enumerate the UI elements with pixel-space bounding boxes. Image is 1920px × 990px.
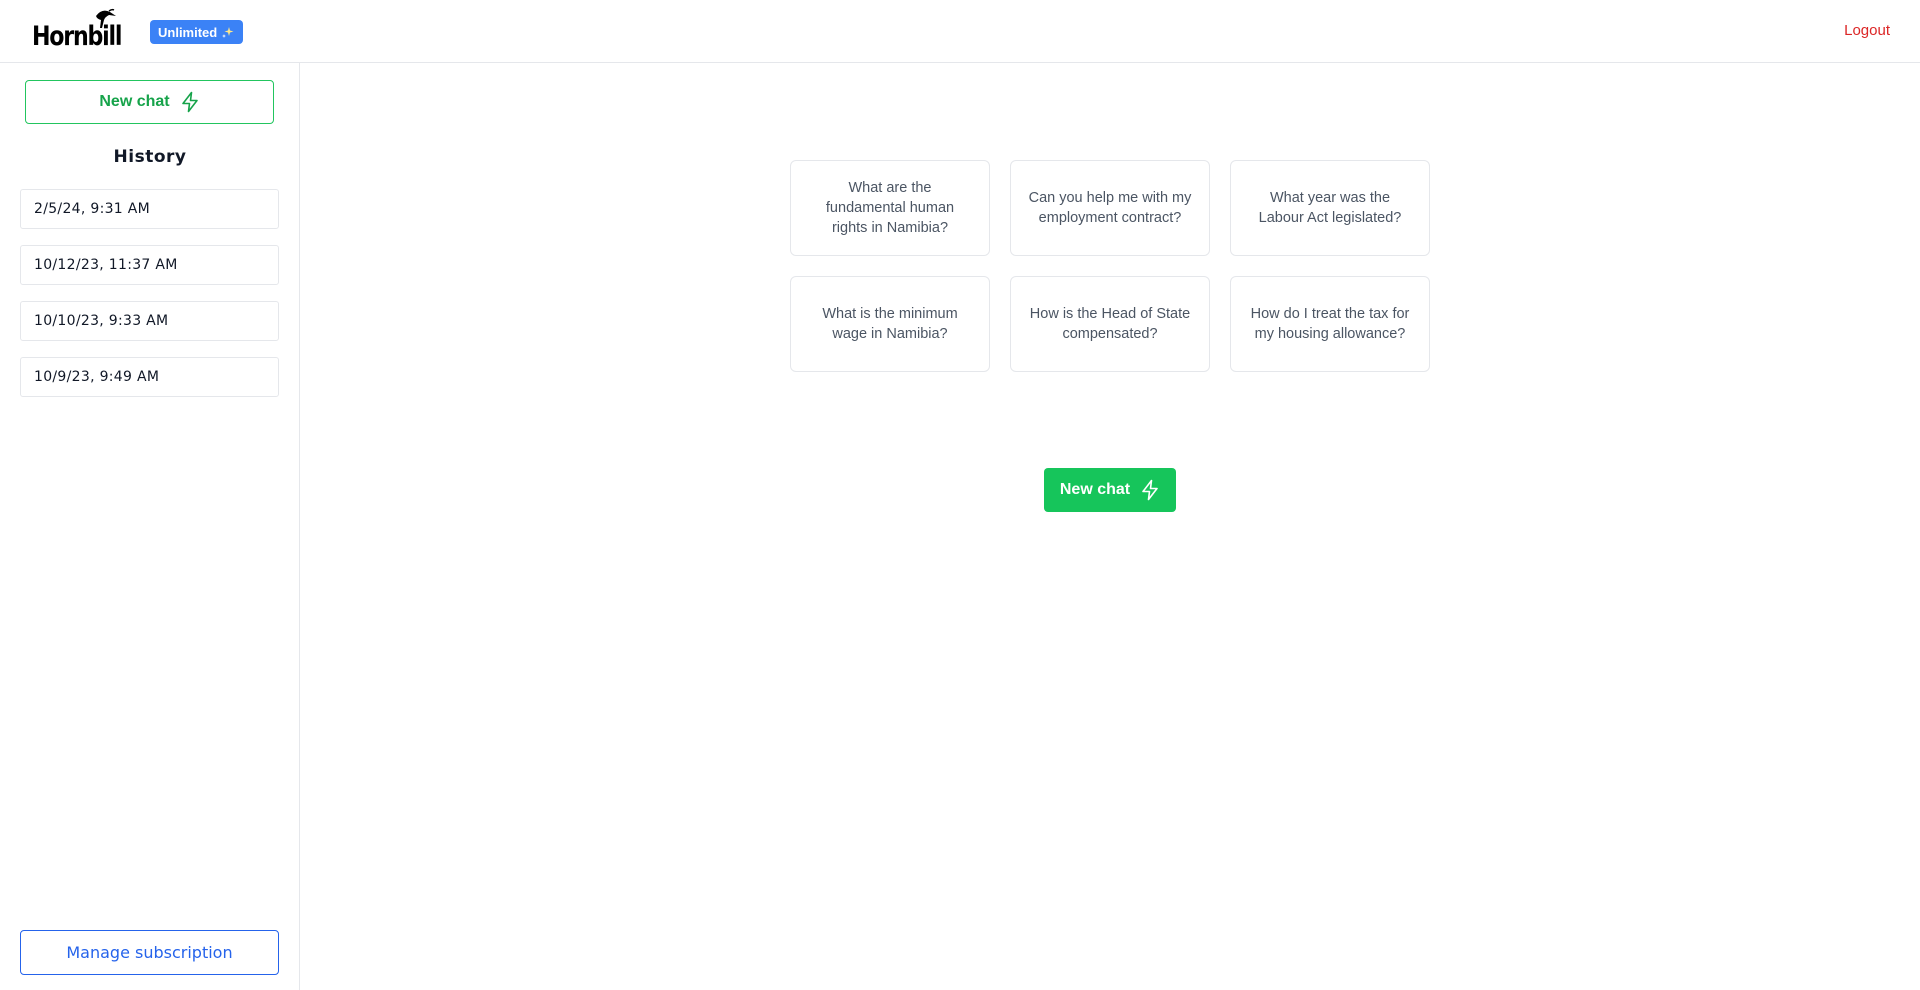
prompt-card[interactable]: How is the Head of State compensated? bbox=[1010, 276, 1210, 372]
lightning-icon bbox=[1142, 479, 1158, 501]
plan-badge: Unlimited bbox=[150, 20, 244, 44]
hornbill-logo[interactable]: Hornbill bbox=[32, 6, 141, 50]
suggested-prompts: What are the fundamental human rights in… bbox=[790, 160, 1430, 372]
manage-subscription-button[interactable]: Manage subscription bbox=[20, 930, 279, 975]
lightning-icon bbox=[181, 91, 198, 113]
history-item[interactable]: 10/10/23, 9:33 AM bbox=[20, 301, 279, 341]
prompt-card[interactable]: Can you help me with my employment contr… bbox=[1010, 160, 1210, 256]
history-item[interactable]: 10/12/23, 11:37 AM bbox=[20, 245, 279, 285]
history-title: History bbox=[113, 147, 187, 167]
history-list: 2/5/24, 9:31 AM 10/12/23, 11:37 AM 10/10… bbox=[20, 189, 279, 413]
plan-badge-label: Unlimited bbox=[158, 24, 218, 40]
new-chat-label: New chat bbox=[99, 93, 170, 110]
prompt-card[interactable]: What year was the Labour Act legislated? bbox=[1230, 160, 1430, 256]
history-item[interactable]: 10/9/23, 9:49 AM bbox=[20, 357, 279, 397]
prompt-card[interactable]: How do I treat the tax for my housing al… bbox=[1230, 276, 1430, 372]
logout-link[interactable]: Logout bbox=[1844, 22, 1890, 39]
sidebar-new-chat-button[interactable]: New chat bbox=[25, 80, 274, 124]
sparkles-icon bbox=[222, 27, 234, 38]
sidebar: New chat History 2/5/24, 9:31 AM 10/12/2… bbox=[0, 63, 300, 990]
history-item[interactable]: 2/5/24, 9:31 AM bbox=[20, 189, 279, 229]
main-new-chat-button[interactable]: New chat bbox=[1044, 468, 1176, 512]
prompt-card[interactable]: What are the fundamental human rights in… bbox=[790, 160, 990, 256]
new-chat-label: New chat bbox=[1059, 481, 1131, 498]
top-bar: Hornbill Unlimited Logout bbox=[0, 0, 1920, 63]
hornbill-bird-icon bbox=[96, 8, 116, 28]
prompt-card[interactable]: What is the minimum wage in Namibia? bbox=[790, 276, 990, 372]
